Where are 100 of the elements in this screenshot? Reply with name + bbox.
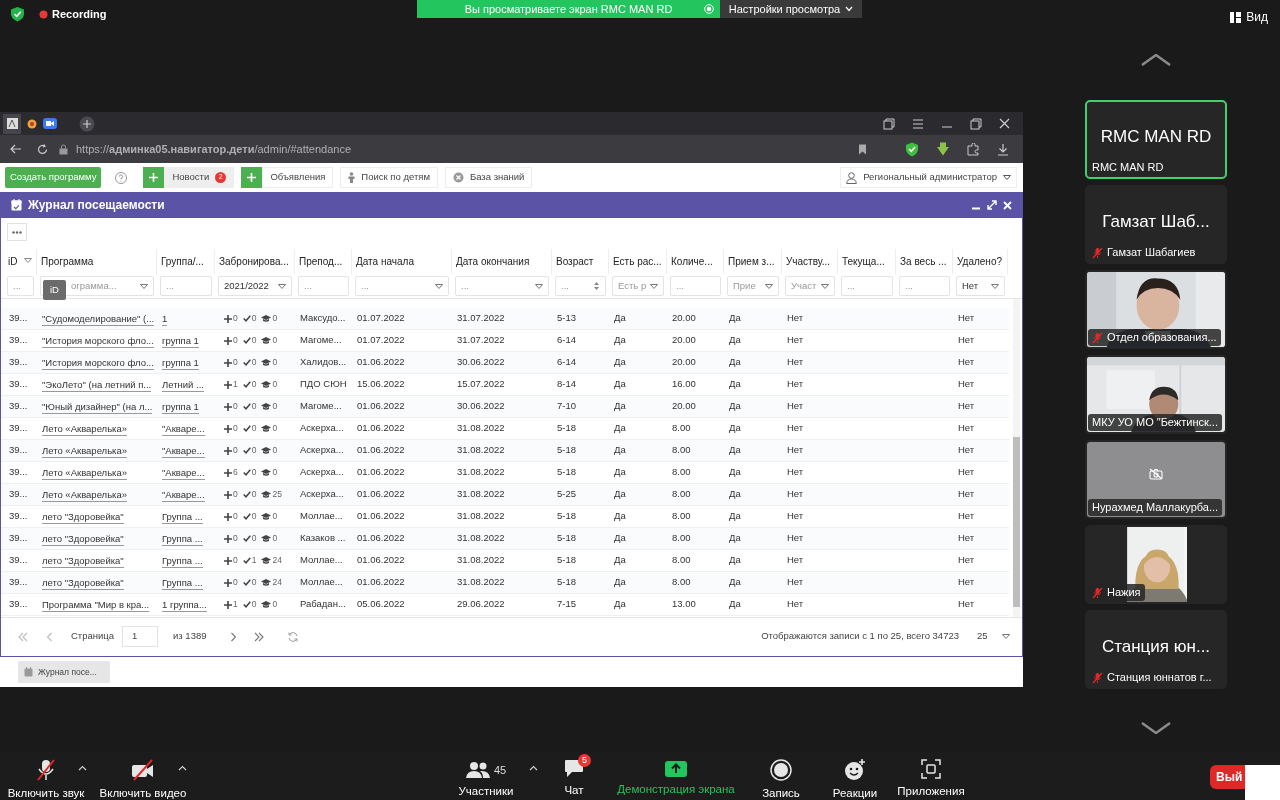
download-icon[interactable] — [997, 142, 1009, 156]
filter-dropdown[interactable]: Нет — [956, 276, 1005, 296]
last-page-icon[interactable] — [253, 631, 264, 642]
table-link[interactable]: Группа ... — [162, 575, 203, 590]
filter-dropdown[interactable]: 2021/2022 — [218, 276, 292, 296]
check-icon — [242, 337, 251, 344]
table-link[interactable]: Лето «Акварелька» — [42, 421, 128, 436]
video-tab-icon[interactable] — [43, 118, 57, 129]
column-header[interactable]: Возраст — [552, 249, 609, 274]
bookmark-icon[interactable] — [858, 143, 867, 155]
add-button[interactable] — [143, 167, 165, 188]
column-header[interactable]: Препод... — [295, 249, 352, 274]
reactions-button[interactable]: Реакции — [825, 752, 885, 800]
column-header[interactable]: Дата окончания — [452, 249, 552, 274]
browser-tab[interactable] — [3, 113, 21, 134]
column-header[interactable]: Программа — [37, 249, 157, 274]
table-link[interactable]: "Акваре... — [162, 443, 205, 458]
table-link[interactable]: "История морского фло... — [42, 355, 154, 370]
table-link[interactable]: "История морского фло... — [42, 333, 154, 348]
expand-icon[interactable] — [987, 200, 997, 210]
restore-icon[interactable] — [970, 117, 982, 130]
plus-icon — [224, 358, 232, 367]
table-link[interactable]: группа 1 — [162, 355, 199, 370]
download-arrow-icon[interactable] — [936, 142, 950, 156]
table-cell: 15.06.2022 — [357, 377, 405, 392]
table-link[interactable]: лето "Здоровейка" — [42, 509, 124, 524]
tab-favicon-icon[interactable] — [27, 118, 37, 129]
url-field[interactable]: https://админка05.навигатор.дети/admin/#attendance — [76, 140, 352, 158]
table-link[interactable]: Лето «Акварелька» — [42, 443, 128, 458]
table-link[interactable]: группа 1 — [162, 333, 199, 348]
column-header[interactable]: Текуща... — [838, 249, 896, 274]
unmute-button[interactable]: Включить звук — [4, 752, 88, 800]
help-icon[interactable] — [115, 171, 128, 184]
view-options-button[interactable]: Настройки просмотра — [720, 0, 862, 18]
page-size-dropdown[interactable]: 25 — [971, 626, 1016, 647]
column-header[interactable]: iD — [4, 249, 37, 274]
table-link[interactable]: Группа ... — [162, 531, 203, 546]
count-text: 0 — [251, 422, 257, 435]
table-link[interactable]: Лето «Акварелька» — [42, 487, 128, 502]
record-button[interactable]: Запись — [751, 752, 811, 800]
table-link[interactable]: Летний ... — [162, 377, 204, 392]
start-video-button[interactable]: Включить видео — [93, 752, 193, 800]
scrollbar[interactable] — [1013, 299, 1020, 617]
back-icon[interactable] — [10, 144, 22, 154]
table-link[interactable]: Группа ... — [162, 553, 203, 568]
page-field[interactable]: 1 — [122, 626, 159, 647]
knowledge-base-button[interactable]: База знаний — [444, 167, 533, 188]
caret-up-icon[interactable] — [529, 765, 538, 771]
table-link[interactable]: "Акваре... — [162, 487, 205, 502]
table-cell: Аскерха... — [300, 465, 344, 480]
announcements-button[interactable]: Объявления — [262, 167, 334, 188]
column-header[interactable]: Есть рас... — [609, 249, 667, 274]
user-role-dropdown[interactable]: Региональный администратор — [840, 167, 1017, 188]
view-button[interactable]: Вид — [1230, 8, 1268, 26]
more-button[interactable] — [7, 223, 27, 241]
chevron-down-icon[interactable] — [1141, 722, 1171, 734]
column-header[interactable]: Участву... — [782, 249, 838, 274]
table-cell: 7-15 — [557, 597, 576, 612]
table-cell: Да — [729, 531, 741, 546]
column-header[interactable]: Группа/... — [157, 249, 215, 274]
table-link[interactable]: 1 группа... — [162, 597, 207, 612]
table-link[interactable]: "Юный дизайнер" (на л... — [42, 399, 153, 414]
table-link[interactable]: группа 1 — [162, 399, 199, 414]
table-link[interactable]: "Акваре... — [162, 421, 205, 436]
new-tab-icon[interactable] — [79, 115, 95, 132]
table-link[interactable]: "Судомоделирование" (... — [42, 311, 155, 326]
column-header[interactable]: Дата начала — [352, 249, 452, 274]
column-header[interactable]: За весь ... — [896, 249, 953, 274]
table-link[interactable]: 1 — [162, 311, 168, 326]
table-link[interactable]: "Акваре... — [162, 465, 205, 480]
share-screen-button[interactable]: Демонстрация экрана — [606, 752, 746, 800]
participants-button[interactable]: 45 Участники — [446, 752, 526, 800]
caret-up-icon[interactable] — [78, 765, 87, 771]
child-search-button[interactable]: Поиск по детям — [340, 167, 438, 188]
table-link[interactable]: Группа ... — [162, 509, 203, 524]
puzzle-icon[interactable] — [967, 142, 980, 156]
table-link[interactable]: лето "Здоровейка" — [42, 575, 124, 590]
table-link[interactable]: лето "Здоровейка" — [42, 553, 124, 568]
table-link[interactable]: "ЭкоЛето" (на летний п... — [42, 377, 152, 392]
table-link[interactable]: Лето «Акварелька» — [42, 465, 128, 480]
caret-up-icon[interactable] — [178, 765, 187, 771]
table-cell: Нет — [958, 553, 975, 568]
table-link[interactable]: Программа "Мир в кра... — [42, 597, 150, 612]
table-link[interactable]: лето "Здоровейка" — [42, 531, 124, 546]
close-icon[interactable] — [999, 118, 1010, 129]
chevron-up-icon[interactable] — [1141, 54, 1171, 66]
table-cell: 8.00 — [672, 443, 691, 458]
column-header[interactable]: Забронирова... — [215, 249, 295, 274]
graduation-cap-icon — [261, 469, 272, 476]
add-button[interactable] — [241, 167, 263, 188]
column-header[interactable]: Количе... — [667, 249, 724, 274]
column-header[interactable]: Удалено? — [953, 249, 1008, 274]
apps-button[interactable]: Приложения — [891, 752, 971, 800]
leave-button[interactable]: Вый — [1210, 765, 1245, 789]
shield-check-icon[interactable] — [905, 141, 919, 157]
menu-icon[interactable] — [912, 118, 924, 129]
tabs-icon[interactable] — [883, 117, 895, 130]
reload-icon[interactable] — [37, 143, 48, 155]
taskbar-item[interactable]: Журнал посе... — [18, 661, 110, 683]
column-header[interactable]: Прием з... — [724, 249, 782, 274]
